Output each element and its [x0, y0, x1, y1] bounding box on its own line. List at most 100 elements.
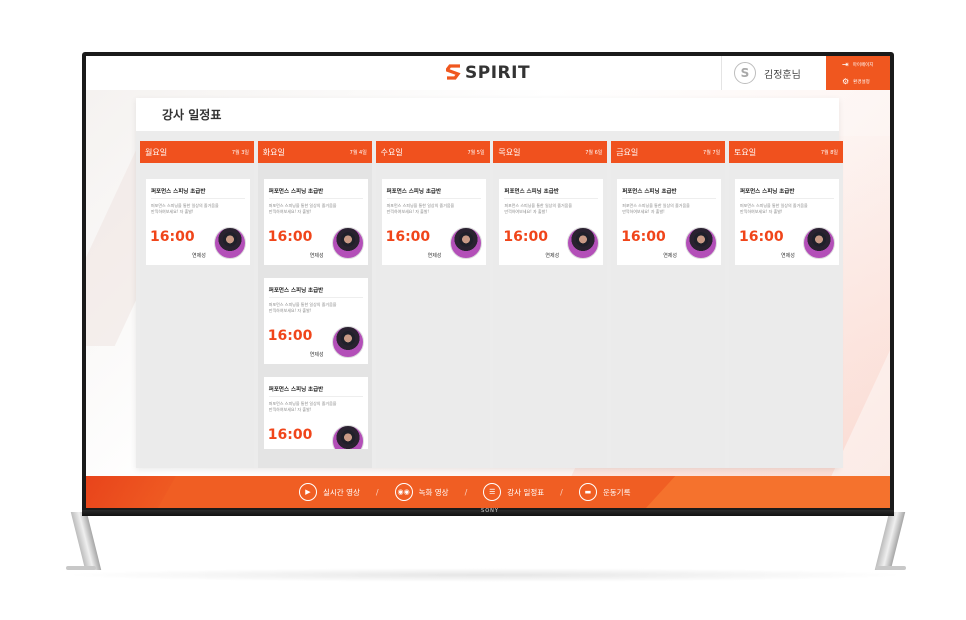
- day-header: 토요일 7월 8일: [729, 141, 843, 163]
- class-title: 퍼포먼스 스피닝 초급반: [151, 189, 206, 195]
- class-description: 퍼포먼스 스피닝을 통한 일상의 즐거움을 만끽하여보세요! 자 출발!: [504, 203, 573, 214]
- day-name: 수요일: [380, 147, 403, 157]
- panel-header: 강사 일정표: [136, 98, 839, 131]
- class-title: 퍼포먼스 스피닝 초급반: [386, 189, 442, 195]
- card-divider: [268, 396, 363, 397]
- day-date: 7월 3일: [231, 149, 249, 156]
- class-title: 퍼포먼스 스피닝 초급반: [268, 189, 324, 195]
- instructor-avatar: [331, 425, 364, 449]
- nav-decoration: [86, 476, 176, 508]
- instructor-avatar: [449, 227, 482, 259]
- instructor-name: 연제성: [309, 352, 324, 358]
- logo[interactable]: SPIRIT: [444, 63, 531, 83]
- user-profile[interactable]: S 김정훈님: [721, 56, 826, 90]
- day-date: 7월 4일: [349, 149, 367, 156]
- schedule-panel: 강사 일정표 월요일 7월 3일 퍼포먼스 스피닝 초급반 퍼포먼스 스피닝을 통한 …: [136, 98, 843, 468]
- class-description: 퍼포먼스 스피닝을 통한 일상의 즐거움을 만끽하여보세요! 자 출발!: [151, 203, 219, 214]
- recording-icon: ◉◉: [394, 483, 413, 501]
- day-column: 토요일 7월 8일퍼포먼스 스피닝 초급반퍼포먼스 스피닝을 통한 일상의 즐거움…: [729, 141, 843, 468]
- class-card[interactable]: 퍼포먼스 스피닝 초급반퍼포먼스 스피닝을 통한 일상의 즐거움을 만끽하여보세…: [499, 179, 604, 265]
- settings-button[interactable]: ⚙ 환경설정: [826, 73, 890, 90]
- day-date: 7월 6일: [585, 149, 603, 156]
- class-description: 퍼포먼스 스피닝을 통한 일상의 즐거움을 만끽하여보세요! 자 출발!: [268, 302, 337, 313]
- day-name: 토요일: [734, 147, 757, 157]
- mypage-button[interactable]: ⇥ 마이페이지: [826, 56, 890, 73]
- logo-text: SPIRIT: [465, 63, 531, 83]
- tv-foot-right: [876, 566, 906, 570]
- day-header: 목요일 7월 6일: [493, 141, 608, 163]
- nav-label: 강사 일정표: [507, 487, 545, 497]
- class-time: 16:00: [150, 229, 195, 245]
- instructor-name: 연제성: [309, 253, 324, 259]
- tv-foot-left: [66, 566, 96, 570]
- class-card[interactable]: 퍼포먼스 스피닝 초급반퍼포먼스 스피닝을 통한 일상의 즐거움을 만끽하여보세…: [263, 278, 368, 364]
- folder-icon: ▬: [578, 483, 597, 501]
- instructor-name: 연제성: [663, 253, 677, 259]
- class-time: 16:00: [739, 229, 784, 245]
- class-card[interactable]: 퍼포먼스 스피닝 초급반퍼포먼스 스피닝을 통한 일상의 즐거움을 만끽하여보세…: [381, 179, 486, 265]
- class-title: 퍼포먼스 스피닝 초급반: [740, 189, 795, 195]
- card-divider: [504, 198, 599, 199]
- day-name: 금요일: [616, 147, 639, 157]
- mypage-label: 마이페이지: [852, 62, 874, 68]
- class-card[interactable]: 퍼포먼스 스피닝 초급반퍼포먼스 스피닝을 통한 일상의 즐거움을 만끽하여보세…: [735, 179, 839, 265]
- nav-label: 운동기록: [602, 487, 631, 497]
- class-title: 퍼포먼스 스피닝 초급반: [268, 387, 324, 393]
- day-date: 7월 7일: [703, 149, 721, 156]
- nav-decoration: [646, 476, 890, 508]
- class-card[interactable]: 퍼포먼스 스피닝 초급반퍼포먼스 스피닝을 통한 일상의 즐거움을 만끽하여보세…: [263, 377, 368, 449]
- page-title: 강사 일정표: [162, 108, 222, 122]
- class-time: 16:00: [385, 229, 431, 245]
- day-header: 금요일 7월 7일: [611, 141, 726, 163]
- class-description: 퍼포먼스 스피닝을 통한 일상의 즐거움을 만끽하여보세요! 자 출발!: [268, 401, 337, 412]
- nav-instructor-schedule[interactable]: ☰ 강사 일정표: [475, 483, 552, 501]
- nav-recorded-video[interactable]: ◉◉ 녹화 영상: [387, 483, 457, 501]
- stage: SONY SPIRIT S 김정훈님 ⇥ 마이페이지 ⚙ 환경설정 강사 일정표…: [0, 0, 966, 620]
- card-divider: [268, 198, 363, 199]
- nav-workout-records[interactable]: ▬ 운동기록: [571, 483, 639, 501]
- class-description: 퍼포먼스 스피닝을 통한 일상의 즐거움을 만끽하여보세요! 자 출발!: [740, 203, 808, 214]
- instructor-avatar: [214, 227, 246, 259]
- header-actions: ⇥ 마이페이지 ⚙ 환경설정: [826, 56, 890, 90]
- class-card[interactable]: 퍼포먼스 스피닝 초급반퍼포먼스 스피닝을 통한 일상의 즐거움을 만끽하여보세…: [146, 179, 250, 265]
- class-title: 퍼포먼스 스피닝 초급반: [268, 288, 324, 294]
- class-time: 16:00: [267, 328, 313, 344]
- instructor-name: 연제성: [545, 253, 560, 259]
- app-screen: SPIRIT S 김정훈님 ⇥ 마이페이지 ⚙ 환경설정 강사 일정표 월요일 …: [86, 56, 890, 508]
- tv-stand-left: [70, 512, 102, 570]
- day-name: 목요일: [498, 147, 521, 157]
- instructor-avatar: [331, 227, 364, 259]
- gear-icon: ⚙: [842, 76, 850, 86]
- nav-label: 녹화 영상: [418, 487, 449, 497]
- card-divider: [622, 198, 717, 199]
- class-description: 퍼포먼스 스피닝을 통한 일상의 즐거움을 만끽하여보세요! 자 출발!: [622, 203, 690, 214]
- class-card[interactable]: 퍼포먼스 스피닝 초급반퍼포먼스 스피닝을 통한 일상의 즐거움을 만끽하여보세…: [263, 179, 368, 265]
- nav-live-video[interactable]: ▶ 실시간 영상: [291, 483, 368, 501]
- card-divider: [268, 297, 363, 298]
- day-header: 화요일 7월 4일: [257, 141, 372, 163]
- class-time: 16:00: [503, 229, 548, 245]
- card-divider: [151, 198, 245, 199]
- day-date: 7월 8일: [820, 149, 838, 156]
- settings-label: 환경설정: [853, 79, 870, 85]
- nav-separator: /: [464, 487, 468, 497]
- class-card[interactable]: 퍼포먼스 스피닝 초급반 퍼포먼스 스피닝을 통한 일상의 즐거움을 만끽하여보세…: [617, 179, 722, 265]
- tv-stand-right: [874, 512, 906, 570]
- instructor-avatar: [685, 227, 718, 259]
- tv-shadow: [60, 568, 910, 582]
- user-avatar-icon: S: [734, 62, 756, 84]
- class-description: 퍼포먼스 스피닝을 통한 일상의 즐거움을 만끽하여보세요! 자 출발!: [268, 203, 337, 214]
- class-time: 16:00: [267, 229, 313, 245]
- class-description: 퍼포먼스 스피닝을 통한 일상의 즐거움을 만끽하여보세요! 자 출발!: [386, 203, 455, 214]
- nav-label: 실시간 영상: [323, 487, 360, 497]
- day-header: 수요일 7월 5일: [375, 141, 490, 163]
- day-column: 월요일 7월 3일 퍼포먼스 스피닝 초급반 퍼포먼스 스피닝을 통한 일상의 즐거움…: [140, 141, 254, 468]
- day-column: 금요일 7월 7일퍼포먼스 스피닝 초급반 퍼포먼스 스피닝을 통한 일상의 즐거움…: [611, 141, 726, 468]
- class-title: 퍼포먼스 스피닝 초급반: [504, 189, 559, 195]
- instructor-name: 연제성: [427, 253, 442, 259]
- class-time: 16:00: [267, 427, 313, 443]
- day-column: 화요일 7월 4일 퍼포먼스 스피닝 초급반 퍼포먼스 스피닝을 통한 일상의 즐거움…: [257, 141, 372, 468]
- play-icon: ▶: [299, 483, 317, 501]
- instructor-avatar: [331, 326, 364, 358]
- app-header: SPIRIT S 김정훈님 ⇥ 마이페이지 ⚙ 환경설정: [86, 56, 890, 90]
